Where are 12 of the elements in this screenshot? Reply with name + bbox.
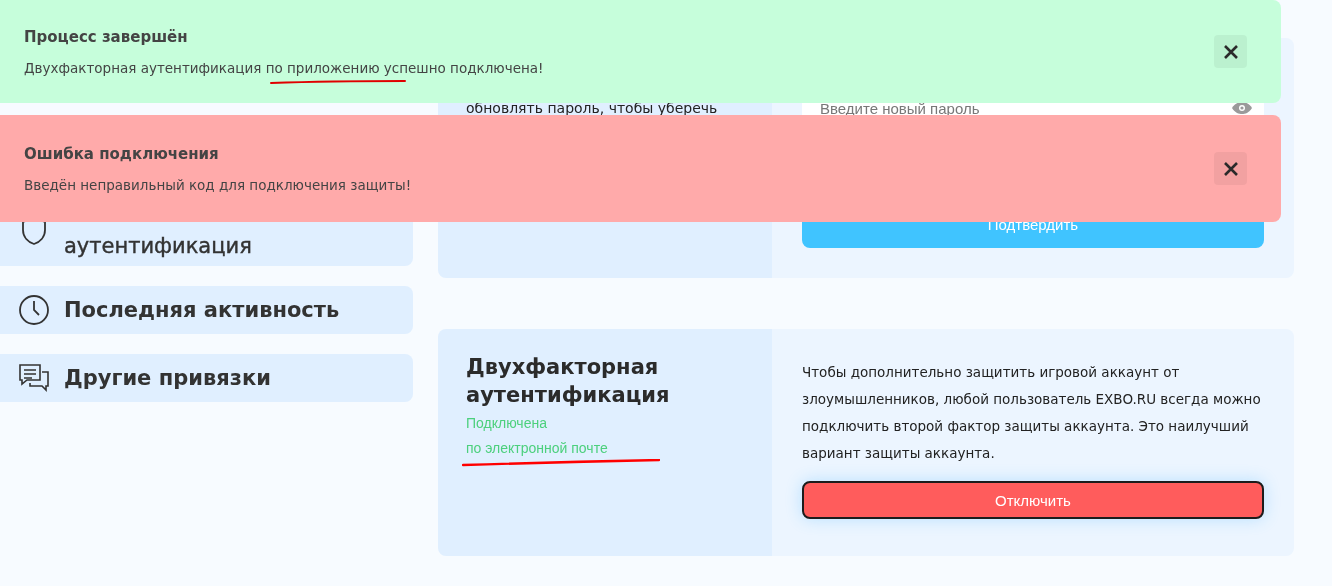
sidebar-label: аутентификация: [64, 234, 252, 258]
card-title: Двухфакторная аутентификация: [466, 354, 671, 409]
status-text: Подключена: [466, 415, 548, 431]
notification-message: Двухфакторная аутентификация по приложению успешно подключена!: [24, 59, 544, 76]
sidebar-label: Последняя активность: [64, 298, 340, 322]
card-description: обновлять пароль, чтобы уберечь: [466, 100, 719, 116]
notification-title: Ошибка подключения: [24, 144, 220, 163]
method-text: по электронной почте: [466, 440, 609, 456]
notification-title: Процесс завершён: [24, 27, 189, 46]
sidebar-label: Другие привязки: [64, 366, 271, 390]
card-description: Чтобы дополнительно защитить игровой аккаунт от злоумышленников, любой пользователь EXBO.RU всегда можно подключить второй фактор защиты аккаунта. Это наилучший вариант защиты аккаунта.: [802, 363, 1262, 463]
notification-message: Введён неправильный код для подключения защиты!: [24, 176, 412, 193]
